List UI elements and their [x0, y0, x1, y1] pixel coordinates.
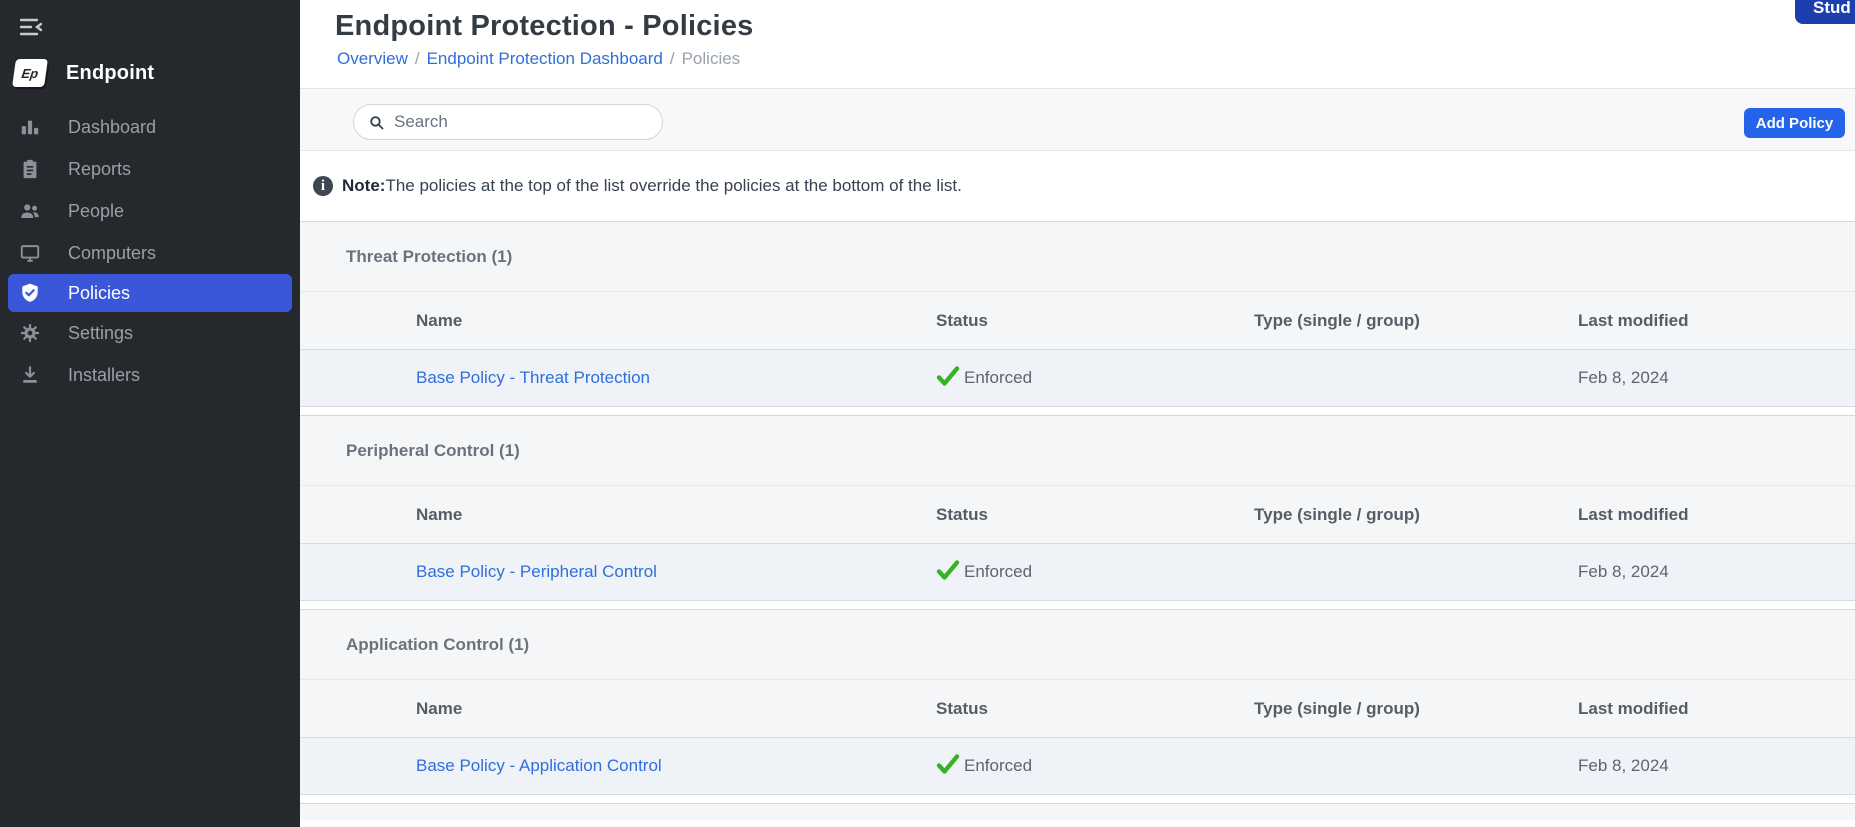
- status-text: Enforced: [964, 368, 1032, 388]
- note-text: Note:The policies at the top of the list…: [342, 176, 962, 196]
- top-right-truncated-button[interactable]: Stud: [1795, 0, 1855, 24]
- sidebar-item-label: Dashboard: [68, 117, 156, 138]
- column-header-last-modified: Last modified: [1578, 311, 1855, 331]
- policy-link-threat-protection[interactable]: Base Policy - Threat Protection: [416, 368, 650, 387]
- column-header-last-modified: Last modified: [1578, 505, 1855, 525]
- sidebar-item-installers[interactable]: Installers: [0, 354, 300, 396]
- policy-link-application-control[interactable]: Base Policy - Application Control: [416, 756, 662, 775]
- endpoint-logo-icon: Ep: [12, 59, 48, 87]
- search-box[interactable]: [353, 104, 663, 140]
- column-header-status: Status: [936, 505, 1254, 525]
- section-title: Peripheral Control (1): [300, 416, 1855, 486]
- column-header-type: Type (single / group): [1254, 699, 1578, 719]
- enforced-check-icon: [936, 366, 960, 387]
- status-cell: Enforced: [936, 756, 1254, 776]
- main-content: Endpoint Protection - Policies Overview/…: [300, 0, 1855, 827]
- breadcrumb-separator: /: [408, 49, 427, 68]
- status-cell: Enforced: [936, 368, 1254, 388]
- column-header-status: Status: [936, 311, 1254, 331]
- last-modified-cell: Feb 8, 2024: [1578, 562, 1855, 582]
- endpoint-console: Ep Endpoint Dashboard Reports People: [0, 0, 1855, 827]
- download-icon: [18, 363, 42, 387]
- last-modified-cell: Feb 8, 2024: [1578, 756, 1855, 776]
- sidebar-nav: Dashboard Reports People Computers: [0, 106, 300, 396]
- sidebar-item-label: Installers: [68, 365, 140, 386]
- table-header-row: Name Status Type (single / group) Last m…: [300, 680, 1855, 738]
- partial-next-section-header: [300, 803, 1855, 820]
- page-title: Endpoint Protection - Policies: [300, 0, 1855, 43]
- sidebar-item-dashboard[interactable]: Dashboard: [0, 106, 300, 148]
- sidebar-collapse-icon[interactable]: [18, 14, 46, 40]
- search-input[interactable]: [394, 112, 644, 132]
- note-body: The policies at the top of the list over…: [385, 176, 961, 195]
- table-row: Base Policy - Threat Protection Enforced…: [300, 350, 1855, 407]
- sidebar-item-label: Reports: [68, 159, 131, 180]
- search-icon: [368, 114, 385, 131]
- app-logo-row: Ep Endpoint: [14, 56, 300, 90]
- policy-link-peripheral-control[interactable]: Base Policy - Peripheral Control: [416, 562, 657, 581]
- section-title: Threat Protection (1): [300, 222, 1855, 292]
- info-icon: i: [313, 176, 333, 196]
- status-text: Enforced: [964, 756, 1032, 776]
- app-title: Endpoint: [66, 62, 154, 85]
- people-icon: [18, 199, 42, 223]
- policy-section-peripheral-control: Peripheral Control (1) Name Status Type …: [300, 415, 1855, 609]
- breadcrumb-overview[interactable]: Overview: [337, 49, 408, 68]
- shield-check-icon: [18, 281, 42, 305]
- column-header-name: Name: [300, 505, 936, 525]
- column-header-type: Type (single / group): [1254, 505, 1578, 525]
- status-cell: Enforced: [936, 562, 1254, 582]
- table-header-row: Name Status Type (single / group) Last m…: [300, 486, 1855, 544]
- table-row: Base Policy - Peripheral Control Enforce…: [300, 544, 1855, 601]
- column-header-last-modified: Last modified: [1578, 699, 1855, 719]
- sidebar-item-label: Settings: [68, 323, 133, 344]
- column-header-name: Name: [300, 311, 936, 331]
- clipboard-icon: [18, 157, 42, 181]
- policies-toolbar: Add Policy: [300, 89, 1855, 151]
- last-modified-cell: Feb 8, 2024: [1578, 368, 1855, 388]
- monitor-icon: [18, 241, 42, 265]
- breadcrumb-endpoint-dashboard[interactable]: Endpoint Protection Dashboard: [427, 49, 663, 68]
- column-header-name: Name: [300, 699, 936, 719]
- sidebar-item-settings[interactable]: Settings: [0, 312, 300, 354]
- sidebar-item-computers[interactable]: Computers: [0, 232, 300, 274]
- enforced-check-icon: [936, 754, 960, 775]
- sidebar-item-people[interactable]: People: [0, 190, 300, 232]
- breadcrumb: Overview/Endpoint Protection Dashboard/P…: [300, 43, 1855, 69]
- sidebar-item-policies[interactable]: Policies: [8, 274, 292, 312]
- sidebar-item-label: People: [68, 201, 124, 222]
- add-policy-button[interactable]: Add Policy: [1744, 108, 1845, 138]
- status-text: Enforced: [964, 562, 1032, 582]
- sidebar-item-label: Computers: [68, 243, 156, 264]
- page-header: Endpoint Protection - Policies Overview/…: [300, 0, 1855, 89]
- gear-icon: [18, 321, 42, 345]
- table-row: Base Policy - Application Control Enforc…: [300, 738, 1855, 795]
- breadcrumb-current: Policies: [682, 49, 741, 68]
- enforced-check-icon: [936, 560, 960, 581]
- note-prefix: Note:: [342, 176, 385, 195]
- sidebar: Ep Endpoint Dashboard Reports People: [0, 0, 300, 827]
- column-header-status: Status: [936, 699, 1254, 719]
- sidebar-item-reports[interactable]: Reports: [0, 148, 300, 190]
- note-bar: i Note:The policies at the top of the li…: [300, 151, 1855, 221]
- policy-section-application-control: Application Control (1) Name Status Type…: [300, 609, 1855, 803]
- breadcrumb-separator: /: [663, 49, 682, 68]
- bar-chart-icon: [18, 115, 42, 139]
- sidebar-item-label: Policies: [68, 283, 130, 304]
- section-title: Application Control (1): [300, 610, 1855, 680]
- table-header-row: Name Status Type (single / group) Last m…: [300, 292, 1855, 350]
- policy-section-threat-protection: Threat Protection (1) Name Status Type (…: [300, 221, 1855, 415]
- column-header-type: Type (single / group): [1254, 311, 1578, 331]
